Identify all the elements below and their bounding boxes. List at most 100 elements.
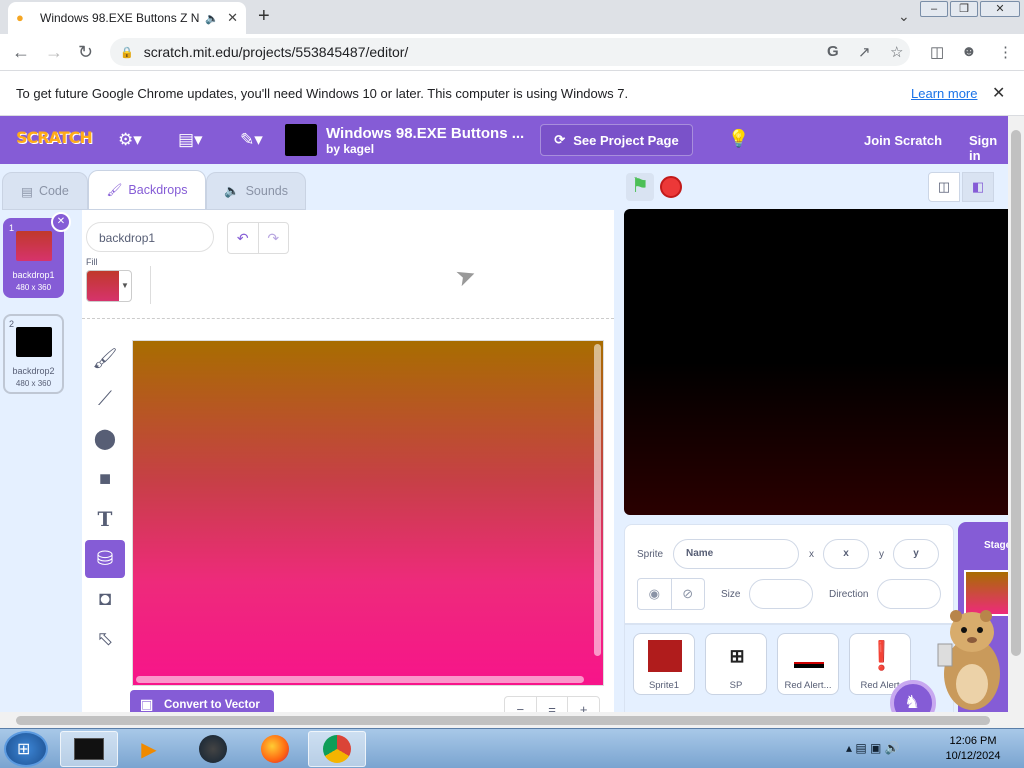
editor-body: ▤ Code 🖌 Backdrops 🔈 Sounds 1 backdrop1 … (0, 164, 1008, 712)
red-alert-icon: ❗ (864, 640, 899, 671)
brush-tool-icon[interactable]: 🖌 (85, 340, 125, 378)
scratch-logo[interactable]: SCRATCH (16, 128, 93, 147)
menu-kebab-icon[interactable]: ⋮ (998, 43, 1013, 61)
google-icon[interactable]: G (827, 43, 839, 60)
project-author[interactable]: by kagel (326, 142, 374, 156)
star-icon[interactable]: ☆ (890, 43, 903, 61)
url-text: scratch.mit.edu/projects/553845487/edito… (143, 44, 409, 60)
profile-avatar-icon[interactable]: ☻ (961, 43, 977, 60)
undo-icon[interactable]: ↶ (228, 223, 258, 253)
taskbar-clock[interactable]: 12:06 PM 10/12/2024 (930, 734, 1016, 764)
join-scratch-link[interactable]: Join Scratch (864, 133, 942, 148)
backdrop-item[interactable]: 2 backdrop2 480 x 360 (3, 314, 64, 394)
infobar-message: To get future Google Chrome updates, you… (16, 86, 629, 101)
redo-icon[interactable]: ↷ (257, 223, 289, 253)
text-tool-icon[interactable]: T (85, 500, 125, 538)
stop-button[interactable] (660, 176, 682, 198)
side-panel-icon[interactable]: ◫ (930, 43, 944, 61)
paint-canvas[interactable] (132, 340, 604, 686)
reload-icon[interactable]: ↻ (78, 42, 93, 63)
minimize-button[interactable]: – (920, 1, 948, 17)
visibility-toggle: ◉ ⊘ (637, 578, 705, 610)
eraser-tool-icon[interactable]: ◘ (85, 580, 125, 618)
taskbar-app-chrome[interactable] (308, 731, 366, 767)
canvas-horizontal-scrollbar[interactable] (136, 676, 584, 683)
show-eye-icon[interactable]: ◉ (638, 579, 671, 609)
sprite-name: Sprite1 (648, 680, 680, 691)
file-menu-icon[interactable]: ▤▾ (178, 130, 203, 150)
sprite-info-panel: Sprite Name x x y y ◉ ⊘ Size Direction (624, 524, 954, 624)
windows-taskbar: ⊞ ▶ ▴ ▤ ▣ 🔊 12:06 PM 10/12/2024 (0, 728, 1024, 768)
scrollbar-thumb[interactable] (16, 716, 990, 725)
zoom-reset-icon[interactable]: = (535, 697, 569, 712)
omnibox[interactable]: 🔒 scratch.mit.edu/projects/553845487/edi… (110, 38, 910, 66)
tab-search-chevron-icon[interactable]: ⌄ (898, 8, 910, 25)
backdrop-name-value: backdrop1 (99, 231, 156, 245)
y-input[interactable]: y (893, 539, 939, 569)
project-title[interactable]: Windows 98.EXE Buttons ... (326, 125, 524, 142)
backdrop-name-input[interactable]: backdrop1 (86, 222, 214, 252)
delete-icon[interactable]: ✕ (51, 212, 71, 232)
normal-stage-icon[interactable]: ◧ (962, 172, 994, 202)
rectangle-tool-icon[interactable]: ■ (85, 460, 125, 498)
tab-backdrops[interactable]: 🖌 Backdrops (88, 170, 206, 210)
browser-tab[interactable]: ● Windows 98.EXE Buttons Z N 🔈 ✕ (8, 2, 246, 34)
close-infobar-icon[interactable]: ✕ (992, 83, 1005, 103)
fill-bucket-tool-icon[interactable]: ⛁ (85, 540, 125, 578)
backdrop-list: 1 backdrop1 480 x 360 ✕ 2 backdrop2 480 … (0, 210, 71, 712)
edit-pencil-icon[interactable]: ✎▾ (240, 130, 263, 150)
backdrop-number: 2 (9, 319, 15, 329)
lightbulb-icon[interactable]: 💡 (728, 129, 749, 149)
canvas-vertical-scrollbar[interactable] (594, 344, 601, 656)
close-window-button[interactable]: ✕ (980, 1, 1020, 17)
new-tab-button[interactable]: + (258, 5, 270, 28)
scrollbar-thumb[interactable] (1011, 130, 1021, 656)
learn-more-link[interactable]: Learn more (911, 86, 977, 101)
line-tool-icon[interactable]: ⟋ (85, 380, 125, 418)
select-tool-icon[interactable]: ⬁ (85, 620, 125, 658)
terminal-icon (74, 738, 104, 760)
zoom-in-icon[interactable]: + (568, 697, 599, 712)
lock-icon[interactable]: 🔒 (120, 46, 134, 59)
tab-backdrops-label: Backdrops (128, 183, 188, 197)
backdrop-size: 480 x 360 (15, 283, 52, 292)
share-icon[interactable]: ↗ (858, 43, 871, 61)
windows-logo-icon: ⊞ (729, 646, 745, 666)
restore-button[interactable]: ❐ (950, 1, 978, 17)
x-input[interactable]: x (823, 539, 869, 569)
convert-to-vector-button[interactable]: ▣ Convert to Vector (130, 690, 274, 712)
sprite-name: SP (729, 680, 743, 691)
sprite-tile[interactable]: Sprite1 (633, 633, 695, 695)
system-tray-icons[interactable]: ▴ ▤ ▣ 🔊 (846, 741, 900, 755)
tab-sounds[interactable]: 🔈 Sounds (206, 172, 306, 210)
hide-eye-icon[interactable]: ⊘ (670, 579, 705, 609)
start-button[interactable]: ⊞ (4, 731, 48, 767)
forward-arrow-icon[interactable]: → (45, 42, 63, 63)
sprite-name-input[interactable]: Name (673, 539, 799, 569)
sprite-tile[interactable]: Red Alert... (777, 633, 839, 695)
back-arrow-icon[interactable]: ← (12, 42, 30, 63)
speaker-icon[interactable]: 🔈 (205, 12, 219, 25)
circle-tool-icon[interactable]: ⬤ (85, 420, 125, 458)
close-tab-icon[interactable]: ✕ (227, 10, 238, 26)
taskbar-app-media-player[interactable]: ▶ (120, 731, 178, 767)
page-horizontal-scrollbar[interactable] (0, 712, 1024, 728)
taskbar-app-generic[interactable] (184, 731, 242, 767)
zoom-out-icon[interactable]: − (505, 697, 536, 712)
small-stage-icon[interactable]: ◫ (928, 172, 960, 202)
fill-color-picker[interactable]: ▼ (86, 270, 132, 302)
taskbar-app-firefox[interactable] (246, 731, 304, 767)
sprite-label: Sprite (637, 549, 664, 560)
sprite-tile[interactable]: ⊞ SP (705, 633, 767, 695)
taskbar-app-terminal[interactable] (60, 731, 118, 767)
sign-in-link[interactable]: Sign in (969, 133, 1008, 163)
backdrop-item[interactable]: 1 backdrop1 480 x 360 ✕ (3, 212, 71, 298)
stage-canvas[interactable] (624, 209, 1008, 515)
page-vertical-scrollbar[interactable] (1008, 116, 1024, 712)
y-label: y (879, 549, 884, 560)
green-flag-button[interactable]: ⚑ (626, 173, 654, 201)
size-input[interactable] (749, 579, 813, 609)
tab-code[interactable]: ▤ Code (2, 172, 88, 210)
see-project-page-button[interactable]: ⟳ See Project Page (540, 124, 693, 156)
settings-gear-icon[interactable]: ⚙▾ (118, 130, 142, 150)
